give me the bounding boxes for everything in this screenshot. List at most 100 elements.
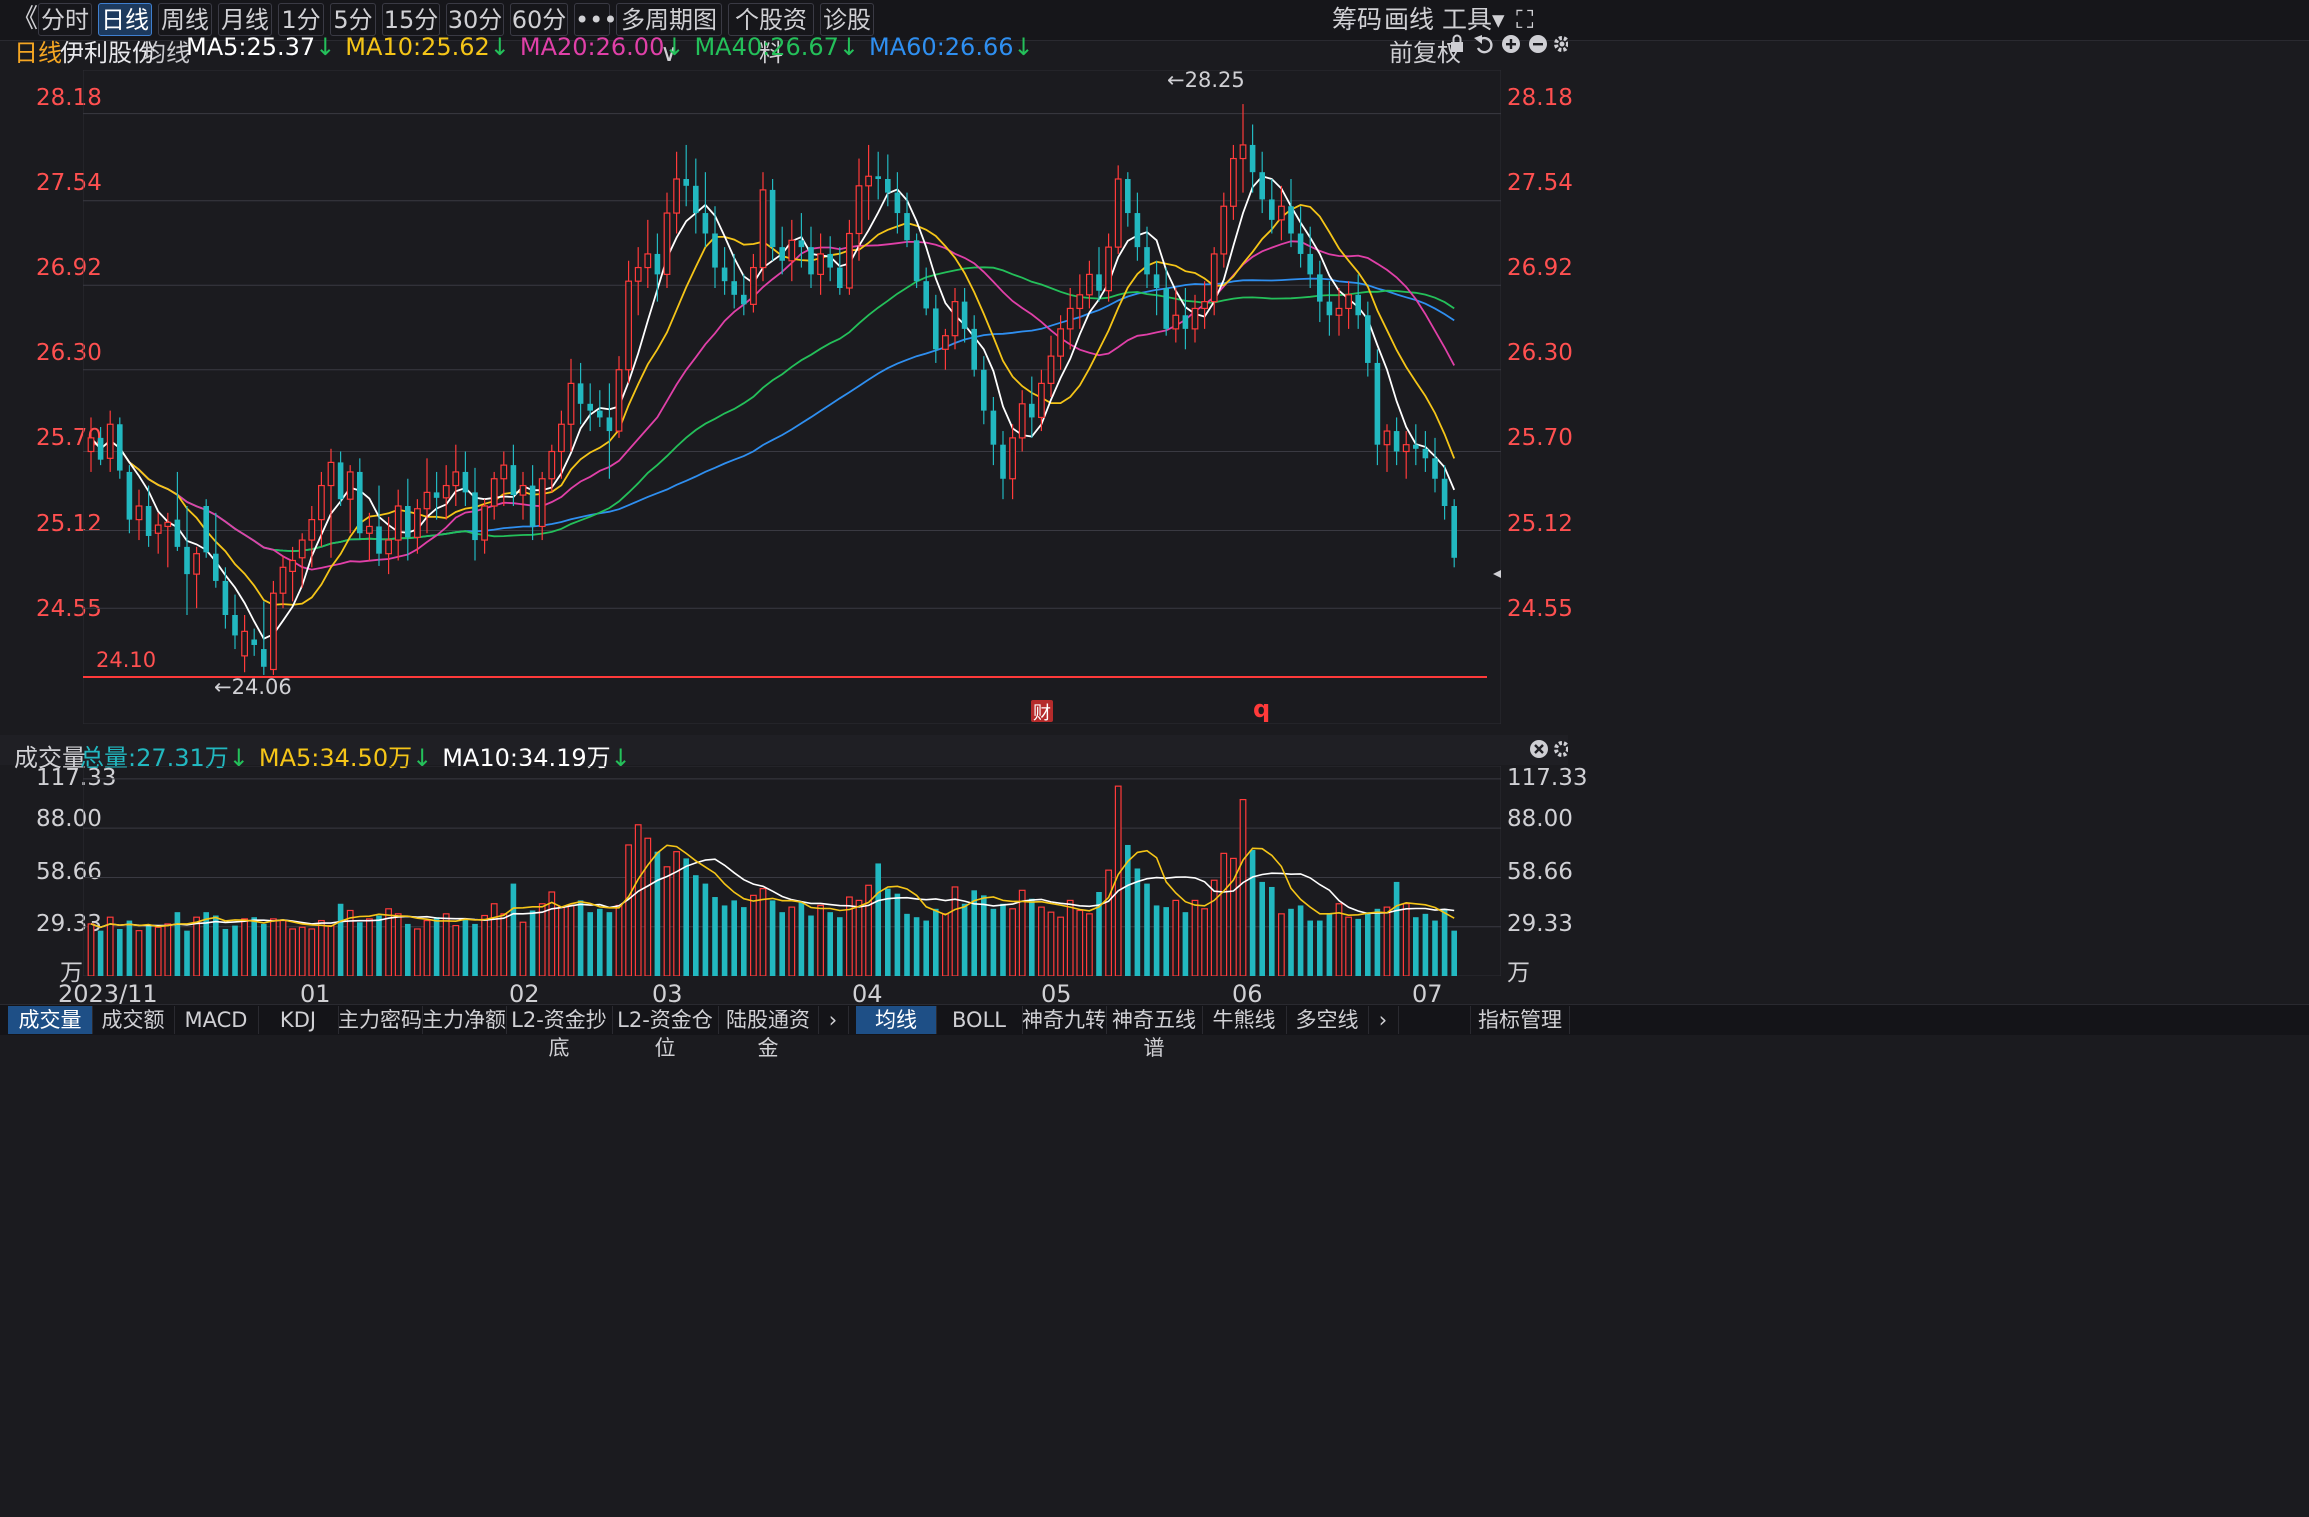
tab-monthly[interactable]: 月线	[218, 3, 272, 36]
tab-boll[interactable]: BOLL	[936, 1006, 1023, 1034]
candle-body	[1191, 307, 1199, 330]
tab-l2-position[interactable]: L2-资金仓位	[612, 1006, 719, 1060]
tab-60min[interactable]: 60分	[510, 3, 568, 36]
candle	[779, 226, 785, 275]
collapse-sidebar-button[interactable]: 《	[12, 3, 38, 36]
candle-body	[941, 335, 949, 350]
candle	[376, 485, 382, 566]
tab-kdj[interactable]: KDJ	[258, 1006, 339, 1034]
tab-macd[interactable]: MACD	[174, 1006, 259, 1034]
multi-period-dropdown[interactable]: 多周期图 ∨	[616, 3, 722, 67]
volume-bar	[452, 925, 460, 976]
volume-bar	[597, 908, 603, 976]
close-icon[interactable]	[1530, 740, 1548, 758]
more-periods-button[interactable]: •••	[574, 3, 617, 36]
stock-info-button[interactable]: 个股资料	[728, 3, 814, 67]
volume-bar	[1365, 912, 1371, 976]
gear-icon[interactable]	[1554, 36, 1570, 52]
candle-body	[721, 267, 728, 282]
tab-30min[interactable]: 30分	[446, 3, 504, 36]
volume-bar	[827, 912, 833, 976]
candle-body	[1134, 213, 1141, 248]
tab-magic-nine[interactable]: 神奇九转	[1022, 1006, 1107, 1034]
ma-label[interactable]: 均线	[142, 33, 190, 68]
volume-bar	[702, 883, 709, 976]
tab-main-net[interactable]: 主力净额	[422, 1006, 507, 1034]
price-tick: 25.12	[1507, 511, 1573, 537]
event-q-marker[interactable]: q	[1253, 695, 1270, 723]
candle	[433, 471, 440, 520]
indicator-tabbar: 成交量 成交额 MACD KDJ 主力密码 主力净额 L2-资金抄底 L2-资金…	[0, 1004, 2309, 1060]
candle-body	[875, 176, 881, 179]
tools-dropdown[interactable]: 工具▾	[1442, 3, 1505, 36]
candle	[87, 417, 95, 472]
volume-bar	[577, 900, 584, 976]
candle	[894, 172, 901, 234]
candle	[490, 471, 498, 520]
candle-body	[126, 471, 133, 520]
chevron-right-icon[interactable]: ›	[818, 1006, 849, 1034]
tab-l2-bottom[interactable]: L2-资金抄底	[506, 1006, 613, 1060]
tab-bull-bear[interactable]: 牛熊线	[1202, 1006, 1287, 1034]
candle	[971, 315, 977, 377]
diagnose-button[interactable]: 诊股	[820, 3, 874, 36]
tab-volume[interactable]: 成交量	[8, 1006, 93, 1034]
volume-bar	[1029, 898, 1035, 976]
candle-body	[97, 437, 104, 460]
chip-distribution-button[interactable]: 筹码	[1332, 3, 1382, 36]
financial-report-badge[interactable]: 财	[1031, 700, 1053, 724]
candlestick-chart[interactable]: 24.10 ←28.25 ←24.06 财 q	[83, 70, 1501, 724]
candle-body	[423, 491, 431, 510]
tab-magic-staff[interactable]: 神奇五线谱	[1106, 1006, 1203, 1060]
volume-bar	[462, 918, 469, 976]
fullscreen-icon[interactable]: ⛶	[1516, 3, 1534, 36]
tab-northbound[interactable]: 陆股通资金	[718, 1006, 819, 1060]
zoom-in-icon[interactable]	[1502, 35, 1520, 53]
gear-icon[interactable]	[1554, 741, 1570, 757]
candle-body	[933, 308, 939, 350]
tab-5min[interactable]: 5分	[330, 3, 376, 36]
tab-weekly[interactable]: 周线	[158, 3, 212, 36]
volume-bar	[923, 920, 929, 976]
volume-tick: 58.66	[1507, 859, 1573, 885]
candle	[827, 236, 833, 282]
volume-bar	[318, 919, 325, 976]
candle	[366, 512, 373, 561]
zoom-out-icon[interactable]	[1529, 35, 1547, 53]
candle-body	[1326, 301, 1333, 316]
indicator-manage-button[interactable]: 指标管理	[1470, 1006, 1570, 1034]
tab-main-code[interactable]: 主力密码	[338, 1006, 423, 1034]
candle	[154, 512, 162, 554]
volume-bar	[154, 926, 162, 976]
candle	[135, 489, 143, 541]
candle	[279, 556, 287, 609]
volume-chart[interactable]	[83, 766, 1501, 976]
candle	[213, 512, 219, 588]
tab-long-short[interactable]: 多空线	[1286, 1006, 1369, 1034]
candle	[577, 362, 584, 425]
candle	[519, 471, 527, 520]
candle-body	[232, 615, 238, 636]
candle	[1085, 260, 1093, 309]
candle	[1018, 390, 1026, 452]
candle-body	[500, 464, 508, 480]
candle	[1182, 288, 1189, 350]
volume-bar	[1374, 908, 1381, 976]
chevron-right-icon[interactable]: ›	[1368, 1006, 1399, 1034]
undo-icon[interactable]	[1474, 35, 1493, 54]
period-label: 日线	[14, 39, 62, 67]
volume-bar	[1153, 905, 1160, 976]
tab-15min[interactable]: 15分	[382, 3, 440, 36]
tab-daily[interactable]: 日线	[98, 3, 152, 36]
draw-line-button[interactable]: 画线	[1384, 3, 1434, 36]
tab-1min[interactable]: 1分	[278, 3, 324, 36]
volume-bar	[634, 824, 642, 976]
tab-fenshi[interactable]: 分时	[38, 3, 92, 36]
volume-bar	[174, 912, 181, 976]
candle-body	[164, 521, 172, 528]
lock-icon[interactable]	[1451, 34, 1463, 53]
candle-body	[1144, 247, 1150, 275]
tab-turnover[interactable]: 成交额	[92, 1006, 175, 1034]
candle-body	[462, 471, 469, 493]
tab-ma[interactable]: 均线	[856, 1006, 937, 1034]
